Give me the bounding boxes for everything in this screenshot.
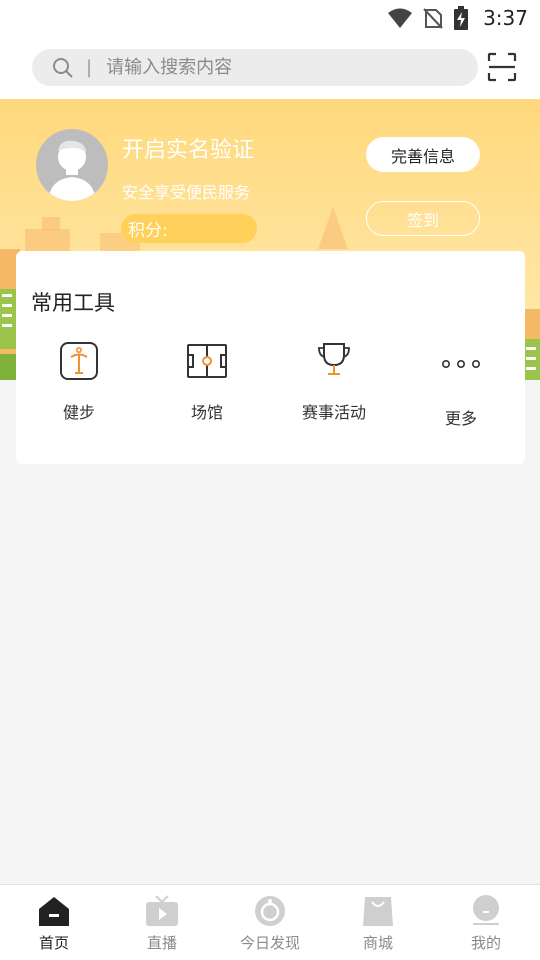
nav-label: 首页 [38, 934, 69, 952]
walk-icon [60, 342, 98, 380]
nav-discover[interactable]: 今日发现 [216, 885, 324, 960]
status-icons: 3:37 [387, 4, 528, 32]
nav-label: 我的 [470, 934, 501, 952]
search-header: | [0, 36, 540, 99]
tool-stadium[interactable]: 场馆 [157, 341, 257, 441]
trophy-icon [318, 343, 350, 375]
default-avatar-icon [48, 140, 96, 201]
nav-live[interactable]: 直播 [108, 885, 216, 960]
scan-icon[interactable] [487, 52, 517, 82]
shop-bag-icon [363, 897, 393, 926]
nav-profile[interactable]: 我的 [432, 885, 540, 960]
bottom-nav: 首页 直播 今日发现 商城 我的 [0, 884, 540, 960]
nav-label: 今日发现 [239, 934, 300, 952]
stadium-icon [187, 344, 227, 378]
verify-subtitle: 安全享受便民服务 [122, 183, 251, 202]
sign-in-button[interactable]: 签到 [366, 201, 480, 236]
tools-title: 常用工具 [31, 291, 115, 315]
tool-walk[interactable]: 健步 [29, 341, 129, 441]
points-label: 积分: [128, 221, 168, 241]
wifi-icon [388, 8, 413, 28]
tool-events[interactable]: 赛事活动 [284, 341, 384, 441]
status-bar: 3:37 [0, 0, 540, 36]
tool-label: 更多 [444, 409, 477, 428]
discover-icon [255, 896, 285, 926]
no-sim-icon [423, 8, 443, 29]
search-input[interactable] [106, 57, 427, 78]
nav-label: 直播 [146, 934, 177, 952]
tv-icon [146, 895, 178, 926]
search-separator: | [86, 57, 93, 78]
home-icon [39, 897, 69, 926]
verify-title[interactable]: 开启实名验证 [122, 132, 254, 164]
nav-label: 商城 [362, 934, 393, 952]
tool-label: 健步 [62, 403, 95, 422]
search-bar[interactable]: | [32, 49, 478, 86]
search-icon [53, 57, 73, 78]
tool-more[interactable]: 更多 [411, 341, 511, 441]
avatar[interactable] [36, 129, 108, 201]
nav-shop[interactable]: 商城 [324, 885, 432, 960]
battery-charging-icon [454, 6, 469, 30]
complete-info-button[interactable]: 完善信息 [366, 137, 480, 172]
tool-label: 赛事活动 [301, 403, 366, 422]
status-time: 3:37 [483, 6, 528, 30]
tools-card: 常用工具 健步 场馆 赛事活动 更多 [16, 251, 525, 464]
points-badge[interactable]: 积分: [121, 214, 257, 243]
tool-label: 场馆 [190, 403, 223, 422]
profile-icon [473, 895, 499, 925]
more-icon [441, 359, 480, 368]
nav-home[interactable]: 首页 [0, 885, 108, 960]
